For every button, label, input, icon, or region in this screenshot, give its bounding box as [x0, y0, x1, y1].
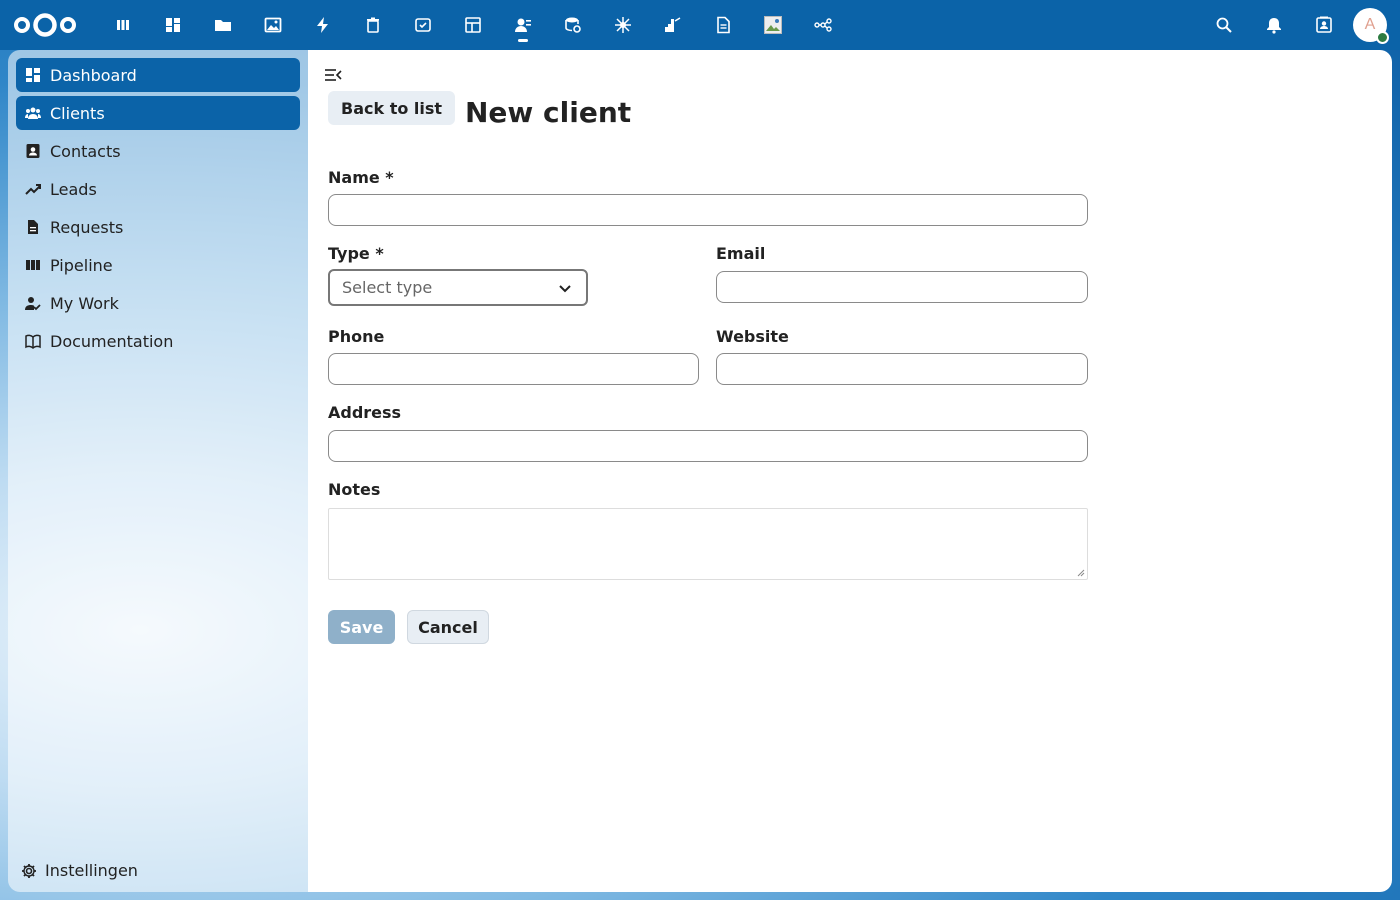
sidebar-item-leads[interactable]: Leads [16, 172, 300, 206]
address-label: Address [328, 403, 402, 422]
sidebar-item-label: Requests [50, 217, 124, 237]
website-input[interactable] [716, 353, 1088, 385]
chevron-down-icon [559, 285, 571, 293]
flow-icon[interactable] [798, 0, 848, 50]
name-label: Name * [328, 168, 394, 187]
contacts-menu-icon[interactable] [1299, 0, 1349, 50]
name-input[interactable] [328, 194, 1088, 226]
columns-icon [25, 257, 41, 273]
email-label: Email [716, 244, 766, 263]
phone-input[interactable] [328, 353, 699, 385]
analytics-icon[interactable] [648, 0, 698, 50]
trash-icon[interactable] [348, 0, 398, 50]
website-label: Website [716, 327, 789, 346]
sidebar-item-label: Clients [50, 103, 105, 123]
nextcloud-logo[interactable] [13, 12, 77, 38]
notes-label: Notes [328, 480, 381, 499]
settings-label: Instellingen [45, 861, 138, 880]
back-to-list-button[interactable]: Back to list [328, 91, 456, 125]
type-select[interactable]: Select type [328, 269, 588, 306]
dashboard-icon [25, 67, 41, 83]
settings-button[interactable]: Instellingen [21, 861, 138, 880]
sidebar-item-contacts[interactable]: Contacts [16, 134, 300, 168]
text-icon[interactable] [698, 0, 748, 50]
clients-icon [25, 105, 41, 121]
sidebar-item-clients[interactable]: Clients [16, 96, 300, 130]
type-select-placeholder: Select type [342, 278, 433, 297]
user-check-icon [25, 295, 41, 311]
page-title: New client [465, 96, 632, 129]
deck-icon[interactable] [98, 0, 148, 50]
sidebar-item-label: Documentation [50, 331, 174, 351]
avatar-initial: A [1364, 16, 1376, 33]
notifications-icon[interactable] [1249, 0, 1299, 50]
save-button[interactable]: Save [328, 610, 395, 644]
contact-card-icon [25, 143, 41, 159]
files-icon[interactable] [198, 0, 248, 50]
user-avatar[interactable]: A [1353, 8, 1389, 44]
book-icon [25, 333, 41, 349]
app-sidebar: Dashboard Clients Contacts Leads Request… [8, 50, 308, 892]
gear-icon [22, 863, 36, 878]
sidebar-item-my-work[interactable]: My Work [16, 286, 300, 320]
dashboard-icon[interactable] [148, 0, 198, 50]
sidebar-item-label: Dashboard [50, 65, 137, 85]
top-header: A [0, 0, 1400, 50]
email-input[interactable] [716, 271, 1088, 303]
online-status-icon [1376, 31, 1389, 44]
sidebar-item-documentation[interactable]: Documentation [16, 324, 300, 358]
main-content: Back to list New client Name * Type * Se… [308, 50, 1392, 892]
sidebar-item-label: Contacts [50, 141, 121, 161]
sidebar-item-label: Pipeline [50, 255, 113, 275]
forms-icon[interactable] [398, 0, 448, 50]
type-label: Type * [328, 244, 384, 263]
sidebar-toggle-icon[interactable] [324, 67, 342, 83]
photos-icon[interactable] [248, 0, 298, 50]
tables-icon[interactable] [448, 0, 498, 50]
app-navigation [98, 0, 848, 50]
cancel-button[interactable]: Cancel [407, 610, 489, 644]
document-icon [25, 219, 41, 235]
sidebar-item-requests[interactable]: Requests [16, 210, 300, 244]
image-icon[interactable] [748, 0, 798, 50]
database-icon[interactable] [548, 0, 598, 50]
sidebar-item-dashboard[interactable]: Dashboard [16, 58, 300, 92]
phone-label: Phone [328, 327, 385, 346]
sidebar-item-pipeline[interactable]: Pipeline [16, 248, 300, 282]
sidebar-item-label: Leads [50, 179, 97, 199]
activity-icon[interactable] [298, 0, 348, 50]
integration-icon[interactable] [598, 0, 648, 50]
trending-up-icon [25, 181, 41, 197]
notes-textarea[interactable] [328, 508, 1088, 580]
contacts-icon[interactable] [498, 0, 548, 50]
address-input[interactable] [328, 430, 1088, 462]
search-icon[interactable] [1199, 0, 1249, 50]
header-right: A [1199, 0, 1400, 50]
resize-grip-icon[interactable] [1077, 569, 1085, 577]
sidebar-item-label: My Work [50, 293, 119, 313]
